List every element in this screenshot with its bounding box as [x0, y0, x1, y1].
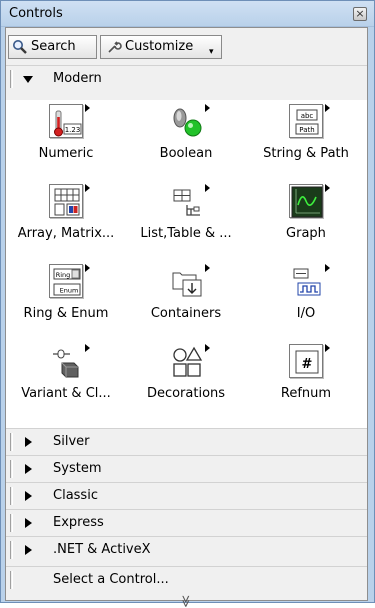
control-grid: 1.23 Numeric Boolean abc Path String & P… — [6, 100, 367, 428]
submenu-arrow-icon — [205, 104, 210, 112]
palette-item-label: Refnum — [280, 386, 332, 401]
search-label: Search — [31, 39, 76, 54]
section-label: Silver — [53, 434, 90, 449]
submenu-arrow-icon — [205, 184, 210, 192]
palette-item-label: Decorations — [146, 386, 226, 401]
submenu-arrow-icon — [85, 264, 90, 272]
boolean-icon — [169, 104, 203, 138]
palette-item-label: Containers — [150, 306, 222, 321]
submenu-arrow-icon — [325, 344, 330, 352]
array-matrix-icon — [49, 184, 83, 218]
refnum-hash-text: # — [302, 357, 313, 372]
graph-icon — [289, 184, 323, 218]
submenu-arrow-icon — [325, 104, 330, 112]
submenu-arrow-icon — [85, 344, 90, 352]
drag-grip[interactable] — [10, 487, 13, 505]
ring-enum-icon: Ring Enum — [49, 264, 83, 298]
palette-item-numeric[interactable]: 1.23 Numeric — [6, 100, 126, 180]
customize-label: Customize — [125, 39, 194, 54]
section-silver[interactable]: Silver — [6, 428, 367, 454]
palette-item-label: Ring & Enum — [23, 306, 109, 321]
select-control-label: Select a Control... — [53, 572, 169, 587]
palette-item-graph[interactable]: Graph — [246, 180, 366, 260]
palette-item-string-path[interactable]: abc Path String & Path — [246, 100, 366, 180]
section-classic[interactable]: Classic — [6, 482, 367, 508]
palette-item-label: Variant & Cl... — [21, 386, 111, 401]
submenu-arrow-icon — [325, 264, 330, 272]
drag-grip[interactable] — [10, 70, 13, 88]
palette-item-containers[interactable]: Containers — [126, 260, 246, 340]
palette-item-label: Array, Matrix... — [17, 226, 115, 241]
section-express[interactable]: Express — [6, 509, 367, 535]
refnum-icon: # — [289, 344, 323, 378]
decorations-icon — [169, 344, 203, 378]
string-path-icon: abc Path — [289, 104, 323, 138]
section-label: Express — [53, 515, 104, 530]
palette-item-decorations[interactable]: Decorations — [126, 340, 246, 420]
chevron-down-icon: ▾ — [209, 47, 214, 57]
palette-item-boolean[interactable]: Boolean — [126, 100, 246, 180]
section-modern-label: Modern — [53, 71, 102, 86]
controls-palette-window: Controls × Search Customize ▾ Modern 1.2… — [0, 0, 375, 608]
expand-arrow-icon — [25, 518, 32, 528]
palette-item-label: Numeric — [38, 146, 94, 161]
title-bar[interactable]: Controls × — [1, 1, 374, 27]
wrench-icon — [108, 41, 122, 53]
palette-item-variant-class[interactable]: Variant & Cl... — [6, 340, 126, 420]
palette-item-label: String & Path — [263, 146, 349, 161]
io-icon — [289, 264, 323, 298]
palette-item-ring-enum[interactable]: Ring Enum Ring & Enum — [6, 260, 126, 340]
list-table-icon — [169, 184, 203, 218]
palette-item-label: List,Table & ... — [140, 226, 232, 241]
path-text: Path — [299, 126, 314, 134]
submenu-arrow-icon — [325, 184, 330, 192]
section-label: Classic — [53, 488, 98, 503]
expand-arrow-icon — [25, 464, 32, 474]
close-button[interactable]: × — [353, 7, 367, 21]
expand-arrow-icon — [23, 76, 33, 83]
drag-grip[interactable] — [10, 433, 13, 451]
containers-icon — [169, 264, 203, 298]
submenu-arrow-icon — [205, 264, 210, 272]
variant-class-icon — [49, 344, 83, 378]
section-dotnet-activex[interactable]: .NET & ActiveX — [6, 536, 367, 562]
drag-grip[interactable] — [10, 571, 13, 589]
numeric-icon: 1.23 — [49, 104, 83, 138]
palette-panel: Search Customize ▾ Modern 1.23 Numeric B… — [5, 27, 368, 608]
numeric-icon-text: 1.23 — [65, 126, 81, 134]
ring-text: Ring — [56, 271, 71, 279]
section-system[interactable]: System — [6, 455, 367, 481]
section-label: System — [53, 461, 102, 476]
select-control-item[interactable]: Select a Control... — [6, 566, 367, 592]
expand-arrow-icon — [25, 545, 32, 555]
palette-toolbar: Search Customize ▾ — [6, 28, 367, 65]
window-title: Controls — [9, 6, 63, 21]
expand-arrow-icon — [25, 491, 32, 501]
show-more-chevron-icon[interactable]: ≫ — [179, 595, 193, 608]
section-modern[interactable]: Modern — [6, 65, 367, 91]
section-label: .NET & ActiveX — [53, 542, 151, 557]
submenu-arrow-icon — [85, 104, 90, 112]
search-button[interactable]: Search — [8, 35, 97, 59]
drag-grip[interactable] — [10, 541, 13, 559]
customize-button[interactable]: Customize ▾ — [100, 35, 222, 59]
drag-grip[interactable] — [10, 514, 13, 532]
submenu-arrow-icon — [85, 184, 90, 192]
search-icon — [13, 40, 27, 54]
expand-arrow-icon — [25, 437, 32, 447]
submenu-arrow-icon — [205, 344, 210, 352]
palette-item-array-matrix[interactable]: Array, Matrix... — [6, 180, 126, 260]
enum-text: Enum — [60, 287, 79, 295]
drag-grip[interactable] — [10, 460, 13, 478]
palette-item-label: I/O — [296, 306, 316, 321]
palette-item-list-table[interactable]: List,Table & ... — [126, 180, 246, 260]
palette-item-io[interactable]: I/O — [246, 260, 366, 340]
palette-item-label: Graph — [286, 226, 326, 241]
abc-text: abc — [301, 112, 314, 120]
palette-item-label: Boolean — [159, 146, 213, 161]
palette-item-refnum[interactable]: # Refnum — [246, 340, 366, 420]
